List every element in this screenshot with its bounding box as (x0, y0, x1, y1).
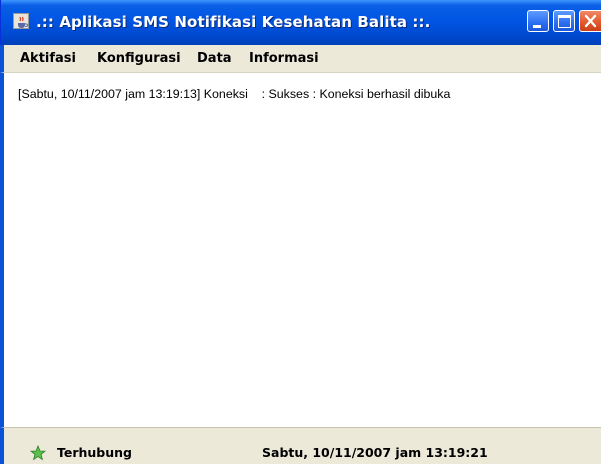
menu-data[interactable]: Data (197, 51, 232, 67)
close-button[interactable] (579, 10, 601, 32)
menu-aktifasi[interactable]: Aktifasi (20, 51, 76, 67)
minimize-icon (533, 25, 541, 28)
maximize-button[interactable] (553, 10, 575, 32)
window-title: .:: Aplikasi SMS Notifikasi Kesehatan Ba… (36, 13, 431, 31)
log-line: [Sabtu, 10/11/2007 jam 13:19:13] Koneksi… (18, 87, 451, 101)
close-icon (584, 14, 597, 28)
status-datetime: Sabtu, 10/11/2007 jam 13:19:21 (262, 445, 488, 460)
maximize-icon (558, 15, 571, 28)
connection-status: Terhubung (57, 445, 132, 460)
menu-bar: Aktifasi Konfigurasi Data Informasi (0, 45, 601, 72)
minimize-button[interactable] (527, 10, 549, 32)
menu-informasi[interactable]: Informasi (249, 51, 319, 67)
title-bar[interactable]: .:: Aplikasi SMS Notifikasi Kesehatan Ba… (0, 0, 601, 45)
log-text-area[interactable]: [Sabtu, 10/11/2007 jam 13:19:13] Koneksi… (0, 72, 601, 427)
java-cup-icon[interactable] (13, 13, 29, 29)
green-star-icon (30, 445, 46, 461)
menu-konfigurasi[interactable]: Konfigurasi (97, 51, 181, 67)
status-bar: Terhubung Sabtu, 10/11/2007 jam 13:19:21 (0, 427, 601, 464)
